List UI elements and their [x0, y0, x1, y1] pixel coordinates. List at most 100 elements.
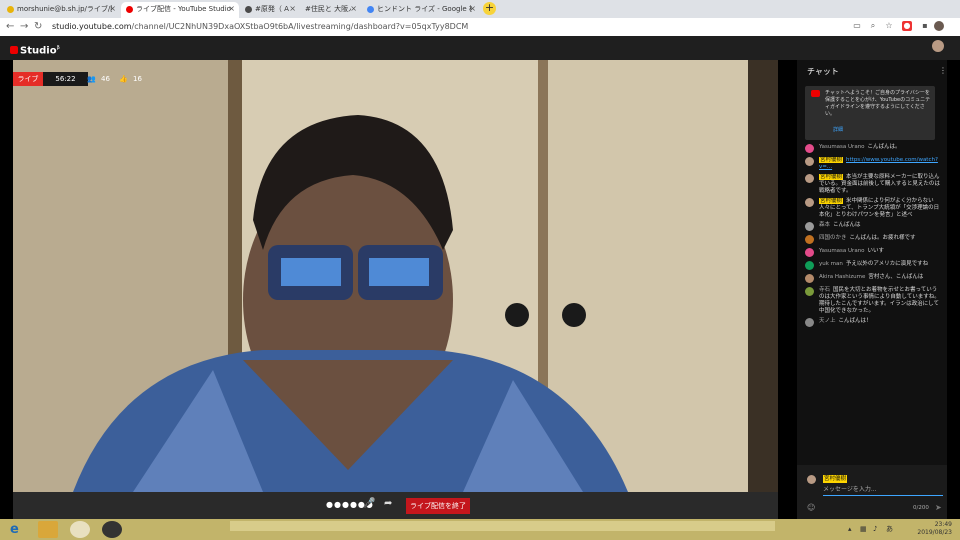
chat-message: Yasumasa Urano いいす	[805, 248, 941, 258]
camera-feed-image	[13, 60, 778, 492]
clock-time: 23:49	[934, 521, 952, 528]
chat-author-avatar	[805, 261, 814, 270]
learn-more-link[interactable]: 詳細	[833, 126, 843, 133]
viewer-count: 46	[101, 75, 110, 83]
chat-message: 宮村優樹 米中関係により何がよく分からない人々にとって、トランプ大統領が「交渉理論…	[805, 198, 941, 219]
zoom-icon[interactable]: ⌕	[868, 21, 878, 31]
viewers-icon: 👥	[87, 75, 96, 83]
obs-icon[interactable]	[102, 521, 122, 538]
tab-4[interactable]: #住民と 大阪人 ×	[301, 2, 361, 18]
url-path: /channel/UC2NhUN39DxaOXStbaO9t6bA/livest…	[131, 22, 469, 31]
ie-icon[interactable]: e	[10, 522, 26, 537]
taskbar: e ▴ ▦ ♪ あ 23:49 2019/08/23	[0, 519, 960, 540]
input-author-name: 宮村優樹	[823, 475, 848, 483]
studio-header: Studioβ	[0, 36, 960, 60]
stream-control-bar: ●●●●●● 🎤 ➦ ライブ配信を終了	[13, 492, 778, 519]
forward-arrow-icon[interactable]: →	[20, 19, 28, 35]
chat-message-text: いいす	[867, 248, 885, 254]
url-host: studio.youtube.com	[52, 22, 132, 31]
user-avatar	[807, 475, 816, 484]
extension-icon[interactable]: ●	[902, 21, 912, 31]
tab-1[interactable]: morshunie@b.sh.jp/ライブ/配信×	[2, 2, 120, 18]
taskbar-window-button[interactable]	[230, 521, 775, 531]
close-tab-icon[interactable]: ×	[289, 2, 296, 16]
tab-label: ライブ配信 - YouTube Studio	[136, 5, 231, 13]
close-tab-icon[interactable]: ×	[228, 2, 235, 16]
chat-message-text: こんばんは	[833, 222, 861, 228]
chat-message: 宮村優樹 https://www.youtube.com/watch?v=...	[805, 157, 941, 171]
notice-text: チャットへようこそ！ご自身のプライバシーを保護することを心がけ、YouTubeの…	[825, 90, 931, 117]
site-favicon-icon	[245, 5, 252, 13]
bookmark-star-icon[interactable]: ☆	[884, 21, 894, 31]
tab-2-active[interactable]: ライブ配信 - YouTube Studio ×	[121, 2, 239, 18]
chat-message: yuk man 予え以外のアメリカに演見ですね	[805, 261, 941, 271]
chrome-icon[interactable]	[70, 521, 90, 538]
account-avatar[interactable]	[932, 40, 944, 52]
chat-author-name: 宮村優樹	[819, 198, 844, 204]
studio-logo[interactable]: Studioβ	[10, 41, 60, 58]
file-explorer-icon[interactable]	[38, 521, 58, 538]
tab-5[interactable]: ヒンドント ライズ - Google 検索×	[362, 2, 480, 18]
network-icon[interactable]: ▦	[860, 524, 867, 534]
back-arrow-icon[interactable]: ←	[6, 19, 14, 35]
reload-icon[interactable]: ↻	[34, 19, 42, 35]
chat-welcome-notice: チャットへようこそ！ご自身のプライバシーを保護することを心がけ、YouTubeの…	[805, 86, 935, 140]
close-tab-icon[interactable]: ×	[469, 2, 476, 16]
chat-message: Akira Hashizume 宮村さん、こんばんは	[805, 274, 941, 284]
send-icon[interactable]: ➤	[935, 503, 942, 512]
more-options-icon[interactable]: ⋮	[939, 66, 947, 75]
close-tab-icon[interactable]: ×	[109, 2, 116, 16]
share-icon[interactable]: ➦	[384, 498, 392, 509]
tab-label: ヒンドント ライズ - Google 検索	[377, 5, 472, 13]
chat-message: Yasumasa Urano こんばんは。	[805, 144, 941, 154]
chat-message: 森本 こんばんは	[805, 222, 941, 232]
address-bar[interactable]: studio.youtube.com/channel/UC2NhUN39DxaO…	[52, 20, 852, 34]
chat-message-text: こんばんは！	[838, 318, 872, 324]
profile-avatar[interactable]	[934, 21, 944, 31]
studio-beta-label: β	[56, 45, 60, 51]
chat-author-avatar	[805, 174, 814, 183]
chat-message-list: Yasumasa Urano こんばんは。宮村優樹 https://www.yout…	[797, 144, 947, 331]
volume-icon[interactable]: ♪	[873, 524, 877, 534]
youtube-favicon-icon	[126, 5, 133, 13]
tab-label: #原発（ A	[255, 5, 289, 13]
chat-author-avatar	[805, 274, 814, 283]
chat-message-input[interactable]: メッセージを入力...	[823, 485, 943, 496]
chat-author-name: yuk man	[819, 261, 843, 267]
chat-message-text: こんばんは。お疲れ様です	[849, 235, 916, 241]
chat-author-name: Akira Hashizume	[819, 274, 866, 280]
chat-author-avatar	[805, 144, 814, 153]
close-tab-icon[interactable]: ×	[350, 2, 357, 16]
chat-panel: チャット ⋮ チャットへようこそ！ご自身のプライバシーを保護することを心がけ、Y…	[797, 60, 947, 519]
microphone-icon[interactable]: 🎤	[363, 498, 375, 509]
ime-icon[interactable]: あ	[886, 524, 893, 534]
tray-arrow-icon[interactable]: ▴	[848, 524, 852, 534]
chat-author-avatar	[805, 222, 814, 231]
chat-author-name: 四国のかき	[819, 235, 847, 241]
extension-icon[interactable]: ▪	[920, 21, 930, 31]
new-tab-button[interactable]: +	[483, 2, 496, 15]
end-stream-button[interactable]: ライブ配信を終了	[406, 498, 470, 514]
tab-3[interactable]: #原発（ A ×	[240, 2, 300, 18]
chat-message: 天ノ上 こんばんは！	[805, 318, 941, 328]
clock[interactable]: 23:49 2019/08/23	[912, 521, 952, 537]
emoji-icon[interactable]: ☺	[807, 503, 815, 512]
chat-author-name: Yasumasa Urano	[819, 144, 865, 150]
screen: morshunie@b.sh.jp/ライブ/配信× ライブ配信 - YouTub…	[0, 0, 960, 540]
site-favicon-icon	[7, 5, 14, 13]
tab-strip: morshunie@b.sh.jp/ライブ/配信× ライブ配信 - YouTub…	[0, 0, 960, 18]
chat-author-avatar	[805, 235, 814, 244]
tab-label: morshunie@b.sh.jp/ライブ/配信	[17, 5, 112, 13]
chat-author-name: 宮村優樹	[819, 174, 844, 180]
scrollbar[interactable]	[947, 60, 960, 519]
video-preview[interactable]: ライブ 56:22 👥 46 👍 16	[13, 60, 778, 492]
browser-toolbar: ← → ↻ studio.youtube.com/channel/UC2NhUN…	[0, 18, 960, 37]
chat-input-area: 宮村優樹 メッセージを入力... ☺ 0/200 ➤	[797, 465, 947, 519]
chat-message-text: 宮村さん、こんばんは	[868, 274, 924, 280]
chat-message: 宮村優樹 本当が主要な原料メーカーに取り込んでいる。資金面は前後して購入すると見え…	[805, 174, 941, 195]
like-count: 16	[133, 75, 142, 83]
chat-message: 寺石 国民を大切とお着物を示せとお書っていうのは大作家という事情により自動していま…	[805, 287, 941, 315]
youtube-logo-icon	[10, 46, 18, 55]
cast-icon[interactable]: ▭	[852, 21, 862, 31]
studio-logo-text: Studio	[20, 45, 57, 57]
